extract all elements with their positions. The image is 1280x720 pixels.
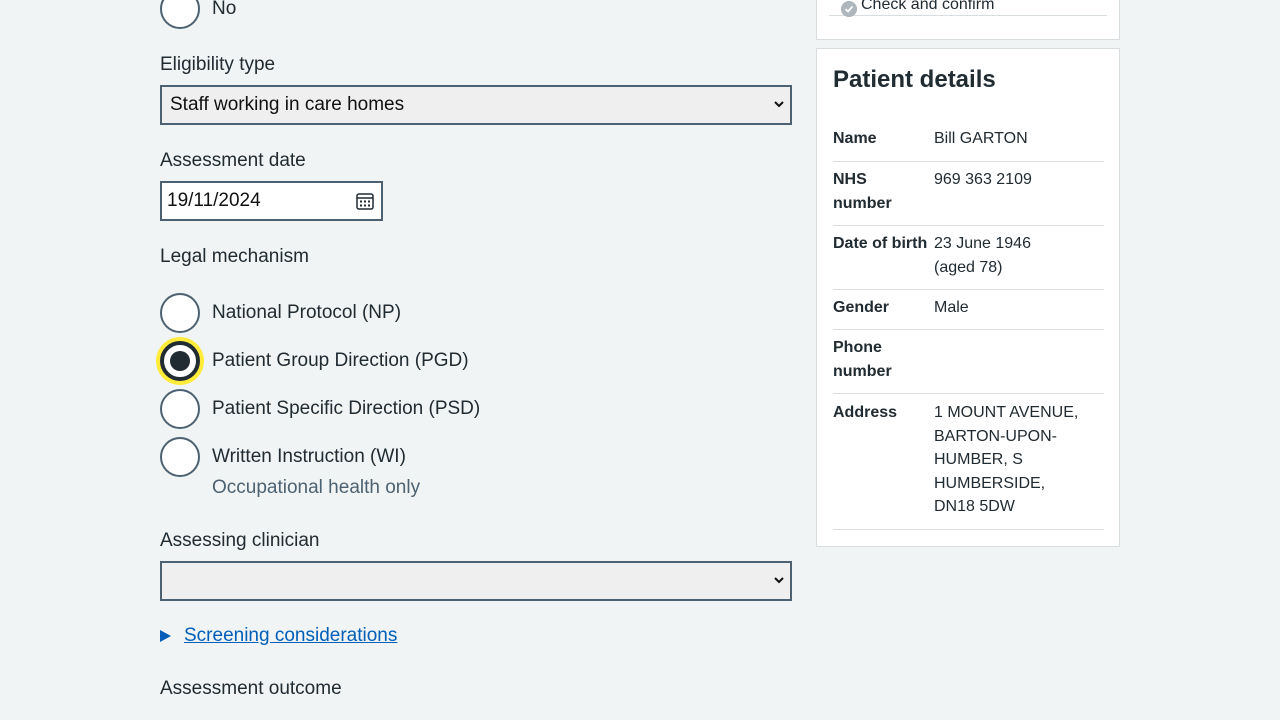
radio-np[interactable] bbox=[160, 293, 200, 333]
radio-option-no[interactable]: No bbox=[160, 0, 236, 29]
radio-psd[interactable] bbox=[160, 389, 200, 429]
eligibility-type-value: Staff working in care homes bbox=[170, 94, 405, 115]
check-circle-icon bbox=[841, 1, 857, 17]
radio-wi[interactable] bbox=[160, 437, 200, 477]
progress-item: Check and confirm bbox=[829, 0, 1107, 17]
legal-mechanism-label: Legal mechanism bbox=[160, 246, 309, 267]
patient-details-title: Patient details bbox=[833, 66, 996, 93]
summary-value: Male bbox=[934, 299, 969, 316]
progress-item-label: Check and confirm bbox=[861, 0, 995, 13]
radio-option-np[interactable]: National Protocol (NP) bbox=[160, 293, 401, 333]
screening-considerations-toggle[interactable]: Screening considerations bbox=[160, 625, 397, 647]
radio-option-wi[interactable]: Written Instruction (WI) bbox=[160, 437, 406, 477]
chevron-down-icon bbox=[774, 101, 784, 108]
screening-considerations-link[interactable]: Screening considerations bbox=[184, 625, 397, 647]
radio-psd-label[interactable]: Patient Specific Direction (PSD) bbox=[212, 397, 480, 421]
summary-key: NHS number bbox=[833, 171, 892, 212]
radio-option-pgd[interactable]: Patient Group Direction (PGD) bbox=[160, 341, 469, 381]
radio-pgd[interactable] bbox=[160, 341, 200, 381]
summary-value: 1 MOUNT AVENUE, BARTON-UPON-HUMBER, S HU… bbox=[934, 404, 1079, 515]
summary-value: Bill GARTON bbox=[934, 130, 1028, 147]
eligibility-type-select[interactable]: Staff working in care homes bbox=[160, 85, 792, 125]
summary-key: Phone number bbox=[833, 339, 892, 380]
summary-row-gender: Gender Male bbox=[833, 296, 1104, 330]
radio-no[interactable] bbox=[160, 0, 200, 29]
assessment-date-input[interactable]: 19/11/2024 bbox=[160, 181, 383, 221]
summary-value: 969 363 2109 bbox=[934, 171, 1032, 188]
summary-row-date-of-birth: Date of birth 23 June 1946 (aged 78) bbox=[833, 232, 1104, 290]
summary-key: Name bbox=[833, 130, 877, 147]
summary-row-nhs-number: NHS number 969 363 2109 bbox=[833, 168, 1104, 226]
summary-key: Date of birth bbox=[833, 235, 928, 252]
page: No Eligibility type Staff working in car… bbox=[0, 0, 1280, 720]
eligibility-type-label: Eligibility type bbox=[160, 54, 276, 75]
radio-np-label[interactable]: National Protocol (NP) bbox=[212, 301, 401, 325]
radio-no-label[interactable]: No bbox=[212, 0, 236, 21]
calendar-icon[interactable] bbox=[356, 192, 374, 210]
triangle-right-icon bbox=[160, 630, 171, 642]
summary-key: Address bbox=[833, 404, 898, 421]
assessing-clinician-select[interactable] bbox=[160, 561, 792, 601]
summary-value: 23 June 1946 (aged 78) bbox=[934, 235, 1031, 276]
radio-option-psd[interactable]: Patient Specific Direction (PSD) bbox=[160, 389, 480, 429]
assessment-outcome-label: Assessment outcome bbox=[160, 678, 342, 699]
radio-pgd-label[interactable]: Patient Group Direction (PGD) bbox=[212, 349, 469, 373]
radio-wi-label[interactable]: Written Instruction (WI) bbox=[212, 445, 406, 469]
patient-details-card: Patient details Name Bill GARTON NHS num… bbox=[816, 48, 1120, 547]
progress-card: Check and confirm bbox=[816, 0, 1120, 40]
chevron-down-icon bbox=[774, 577, 784, 584]
assessing-clinician-label: Assessing clinician bbox=[160, 530, 320, 551]
assessment-date-value: 19/11/2024 bbox=[167, 190, 261, 211]
summary-row-name: Name Bill GARTON bbox=[833, 127, 1104, 162]
summary-row-phone-number: Phone number bbox=[833, 336, 1104, 394]
summary-key: Gender bbox=[833, 299, 890, 316]
radio-wi-hint: Occupational health only bbox=[212, 477, 421, 498]
assessment-date-label: Assessment date bbox=[160, 150, 306, 171]
summary-row-address: Address 1 MOUNT AVENUE, BARTON-UPON-HUMB… bbox=[833, 401, 1104, 530]
